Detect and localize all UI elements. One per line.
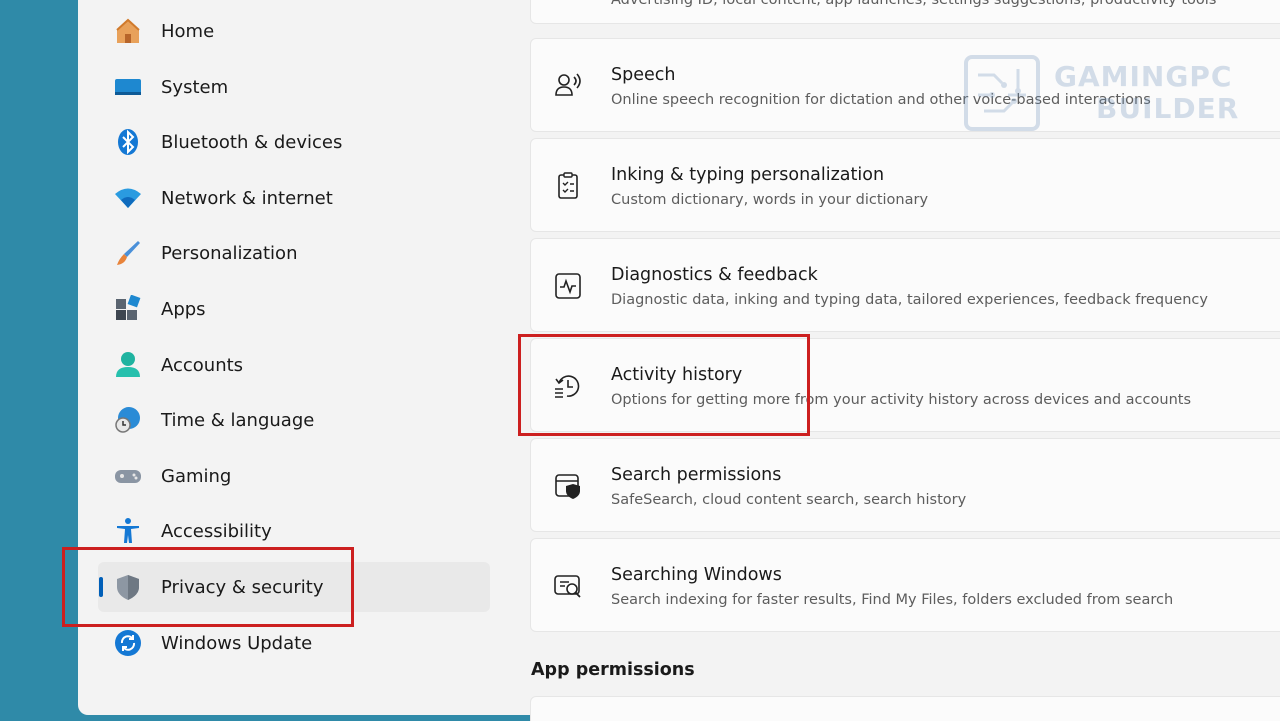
wifi-icon: [114, 184, 142, 212]
card-title: Search permissions: [611, 465, 782, 485]
card-subtitle: Search indexing for faster results, Find…: [611, 592, 1174, 608]
card-title: Searching Windows: [611, 565, 782, 585]
sidebar-item-label: Gaming: [161, 465, 232, 487]
sidebar-item-personalization[interactable]: Personalization: [98, 228, 490, 278]
brush-icon: [114, 239, 142, 267]
gamepad-icon: [114, 462, 142, 490]
clipboard-icon: [553, 171, 583, 201]
settings-card-partial[interactable]: [530, 696, 1280, 721]
settings-card-inking-typing[interactable]: Inking & typing personalization Custom d…: [530, 138, 1280, 232]
home-icon: [114, 17, 142, 45]
watermark-logo: GAMINGPC BUILDER: [964, 55, 1238, 133]
sidebar-item-label: Network & internet: [161, 187, 333, 209]
sidebar-item-accessibility[interactable]: Accessibility: [98, 506, 490, 556]
sidebar-item-label: Accessibility: [161, 520, 272, 542]
sidebar-item-label: Windows Update: [161, 632, 313, 654]
sidebar-item-label: Time & language: [161, 409, 315, 431]
section-heading-app-permissions: App permissions: [531, 660, 695, 680]
sidebar-item-time-language[interactable]: Time & language: [98, 395, 490, 445]
history-icon: [553, 371, 583, 401]
sidebar-item-bluetooth[interactable]: Bluetooth & devices: [98, 117, 490, 167]
sidebar-item-network[interactable]: Network & internet: [98, 173, 490, 223]
sidebar-item-apps[interactable]: Apps: [98, 284, 490, 334]
circuit-logo-icon: [964, 55, 1040, 131]
sidebar-item-windows-update[interactable]: Windows Update: [98, 618, 490, 668]
active-indicator: [99, 577, 103, 597]
system-icon: [114, 73, 142, 101]
speech-icon: [553, 71, 583, 101]
card-subtitle: Options for getting more from your activ…: [611, 392, 1191, 408]
settings-card-searching-windows[interactable]: Searching Windows Search indexing for fa…: [530, 538, 1280, 632]
update-icon: [114, 629, 142, 657]
card-subtitle: Custom dictionary, words in your diction…: [611, 192, 929, 208]
search-shield-icon: [553, 471, 583, 501]
sidebar-item-privacy-security[interactable]: Privacy & security: [98, 562, 490, 612]
sidebar-item-gaming[interactable]: Gaming: [98, 451, 490, 501]
search-windows-icon: [553, 571, 583, 601]
settings-card-general[interactable]: Advertising ID, local content, app launc…: [530, 0, 1280, 24]
sidebar-item-accounts[interactable]: Accounts: [98, 340, 490, 390]
sidebar-item-label: Privacy & security: [161, 576, 324, 598]
bluetooth-icon: [114, 128, 142, 156]
account-icon: [114, 351, 142, 379]
card-subtitle: Diagnostic data, inking and typing data,…: [611, 292, 1208, 308]
sidebar-item-label: Bluetooth & devices: [161, 131, 343, 153]
sidebar-item-label: Accounts: [161, 354, 244, 376]
sidebar-item-system[interactable]: System: [98, 62, 490, 112]
sidebar-item-label: Personalization: [161, 242, 298, 264]
sidebar-item-label: Apps: [161, 298, 206, 320]
watermark-text: BUILDER: [1096, 92, 1240, 125]
card-title: Speech: [611, 65, 676, 85]
card-title: Activity history: [611, 365, 743, 385]
accessibility-icon: [114, 517, 142, 545]
card-title: Diagnostics & feedback: [611, 265, 818, 285]
settings-card-activity-history[interactable]: Activity history Options for getting mor…: [530, 338, 1280, 432]
watermark-text: GAMINGPC: [1054, 60, 1233, 93]
sidebar-item-home[interactable]: Home: [98, 6, 490, 56]
card-subtitle: SafeSearch, cloud content search, search…: [611, 492, 967, 508]
globe-clock-icon: [114, 406, 142, 434]
apps-icon: [114, 295, 142, 323]
card-subtitle: Advertising ID, local content, app launc…: [611, 0, 1217, 8]
sidebar-item-label: System: [161, 76, 229, 98]
settings-card-search-permissions[interactable]: Search permissions SafeSearch, cloud con…: [530, 438, 1280, 532]
settings-card-diagnostics[interactable]: Diagnostics & feedback Diagnostic data, …: [530, 238, 1280, 332]
diagnostics-icon: [553, 271, 583, 301]
sidebar-item-label: Home: [161, 20, 215, 42]
shield-icon: [114, 573, 142, 601]
sidebar-nav: Home System Bluetooth & devices Network …: [78, 0, 498, 715]
card-title: Inking & typing personalization: [611, 165, 885, 185]
